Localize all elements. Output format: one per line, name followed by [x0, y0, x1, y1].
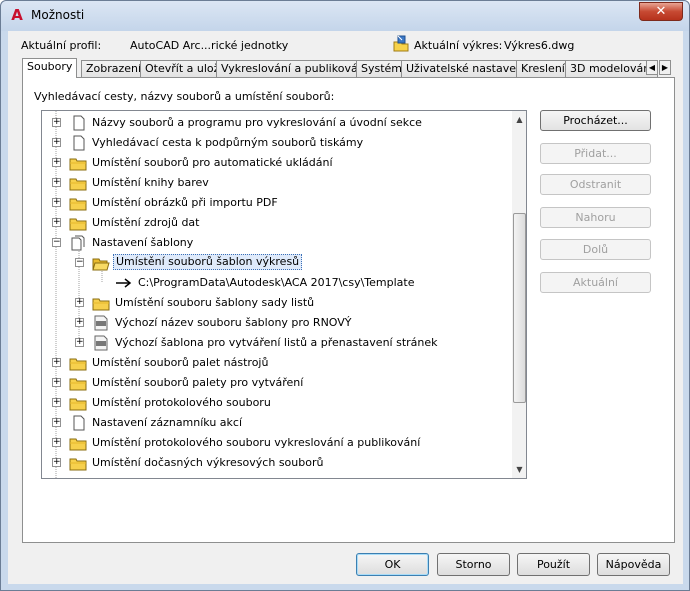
- tree-item-label: Umístění souborů palet nástrojů: [92, 356, 269, 369]
- tree-item-label: Nastavení šablony: [92, 236, 194, 249]
- folder-icon: [92, 298, 110, 311]
- tab-vykreslovani[interactable]: Vykreslování a publikování: [216, 60, 373, 77]
- close-button[interactable]: ✕: [639, 2, 683, 21]
- dwt-file-icon: [94, 335, 108, 351]
- folder-icon: [69, 218, 87, 231]
- expand-icon[interactable]: +: [52, 198, 61, 207]
- autocad-logo-icon: A: [11, 6, 23, 24]
- expand-icon[interactable]: +: [52, 218, 61, 227]
- document-icon: [73, 115, 85, 131]
- expand-icon[interactable]: +: [52, 438, 61, 447]
- tree-item-label: Umístění souborů palety pro vytváření: [92, 376, 304, 389]
- tree-item-label: Umístění obrázků při importu PDF: [92, 196, 278, 209]
- document-icon: [73, 415, 85, 431]
- tree-item-label: Výchozí název souboru šablony pro RNOVÝ: [115, 316, 352, 329]
- tree-item-label: Nastavení záznamníku akcí: [92, 416, 243, 429]
- move-up-button[interactable]: Nahoru: [540, 207, 651, 228]
- file-locations-tree[interactable]: + Názvy souborů a programu pro vykreslov…: [41, 110, 527, 479]
- folder-icon: [69, 378, 87, 391]
- current-drawing-label: Aktuální výkres:: [414, 39, 503, 52]
- folder-icon: [69, 458, 87, 471]
- browse-button[interactable]: Procházet...: [540, 110, 651, 131]
- document-icon: [73, 135, 85, 151]
- expand-icon[interactable]: +: [52, 118, 61, 127]
- tree-item-label: Názvy souborů a programu pro vykreslován…: [92, 116, 422, 129]
- folder-icon: [69, 398, 87, 411]
- tree-item-label: Vyhledávací cesta k podpůrným souborů ti…: [92, 136, 364, 149]
- tree-item-label: Umístění souboru šablony sady listů: [115, 296, 315, 309]
- scroll-up-icon[interactable]: ▲: [512, 111, 526, 128]
- current-drawing-value: Výkres6.dwg: [504, 39, 575, 52]
- apply-button[interactable]: Použít: [517, 553, 590, 576]
- tab-scroll-right-icon[interactable]: ▶: [659, 60, 671, 75]
- tree-vertical-scrollbar[interactable]: ▲ ▼: [512, 111, 526, 478]
- tab-system[interactable]: Systém: [356, 60, 408, 77]
- options-dialog: A Možnosti ✕ Aktuální profil: AutoCAD Ar…: [0, 0, 690, 591]
- tree-content: + Názvy souborů a programu pro vykreslov…: [42, 111, 512, 478]
- scroll-down-icon[interactable]: ▼: [512, 461, 526, 478]
- tree-item-label: C:\ProgramData\Autodesk\ACA 2017\csy\Tem…: [138, 276, 415, 289]
- dialog-body: Aktuální profil: AutoCAD Arc...rické jed…: [8, 31, 683, 584]
- move-down-button[interactable]: Dolů: [540, 239, 651, 260]
- help-button[interactable]: Nápověda: [597, 553, 670, 576]
- expand-icon[interactable]: +: [52, 458, 61, 467]
- arrow-icon: [116, 278, 132, 288]
- folder-icon: [69, 198, 87, 211]
- expand-icon[interactable]: +: [75, 318, 84, 327]
- expand-icon[interactable]: +: [52, 178, 61, 187]
- tree-item-label: Umístění knihy barev: [92, 176, 209, 189]
- folder-icon: [69, 158, 87, 171]
- window-title: Možnosti: [31, 8, 85, 22]
- profile-value: AutoCAD Arc...rické jednotky: [130, 39, 289, 52]
- folder-open-icon: [92, 258, 110, 271]
- tree-item-label: Výchozí šablona pro vytváření listů a př…: [115, 336, 438, 349]
- expand-icon[interactable]: +: [52, 358, 61, 367]
- set-current-button[interactable]: Aktuální: [540, 272, 651, 293]
- tab-3d-modelovani[interactable]: 3D modelování: [565, 60, 659, 77]
- tree-item-label: Umístění souborů pro automatické ukládán…: [92, 156, 333, 169]
- search-paths-caption: Vyhledávací cesty, názvy souborů a umíst…: [34, 90, 335, 103]
- tree-item-label: Umístění souborů šablon výkresů: [113, 254, 303, 270]
- collapse-icon[interactable]: −: [52, 238, 61, 247]
- tab-bar: Soubory Zobrazení Otevřít a uložit Vykre…: [22, 58, 674, 78]
- add-button[interactable]: Přidat...: [540, 143, 651, 164]
- folder-icon: [69, 438, 87, 451]
- tab-scroll-left-icon[interactable]: ◀: [646, 60, 658, 75]
- expand-icon[interactable]: +: [75, 338, 84, 347]
- dwt-file-icon: [94, 315, 108, 331]
- remove-button[interactable]: Odstranit: [540, 174, 651, 195]
- tab-kresleni[interactable]: Kreslení: [516, 60, 570, 77]
- folder-icon: [69, 358, 87, 371]
- tab-zobrazeni[interactable]: Zobrazení: [81, 60, 147, 77]
- profile-label: Aktuální profil:: [21, 39, 102, 52]
- folder-icon: [69, 178, 87, 191]
- tree-item-label: Umístění dočasných výkresových souborů: [92, 456, 324, 469]
- expand-icon[interactable]: +: [52, 138, 61, 147]
- expand-icon[interactable]: +: [52, 158, 61, 167]
- expand-icon[interactable]: +: [52, 398, 61, 407]
- files-panel: Vyhledávací cesty, názvy souborů a umíst…: [22, 77, 675, 543]
- expand-icon[interactable]: +: [52, 378, 61, 387]
- tree-item-label: Umístění zdrojů dat: [92, 216, 200, 229]
- scrollbar-thumb[interactable]: [513, 213, 526, 403]
- ok-button[interactable]: OK: [356, 553, 429, 576]
- title-bar[interactable]: A Možnosti ✕: [1, 1, 689, 31]
- cancel-button[interactable]: Storno: [437, 553, 510, 576]
- collapse-icon[interactable]: −: [75, 258, 84, 267]
- drawing-file-icon: [393, 35, 409, 52]
- documents-icon: [71, 235, 85, 251]
- tab-soubory[interactable]: Soubory: [22, 58, 78, 78]
- tree-item-label: Umístění protokolového souboru: [92, 396, 271, 409]
- expand-icon[interactable]: +: [52, 418, 61, 427]
- tab-uzivatelske-nastaveni[interactable]: Uživatelské nastavení: [401, 60, 532, 77]
- expand-icon[interactable]: +: [75, 298, 84, 307]
- tree-item-label: Umístění protokolového souboru vykreslov…: [92, 436, 421, 449]
